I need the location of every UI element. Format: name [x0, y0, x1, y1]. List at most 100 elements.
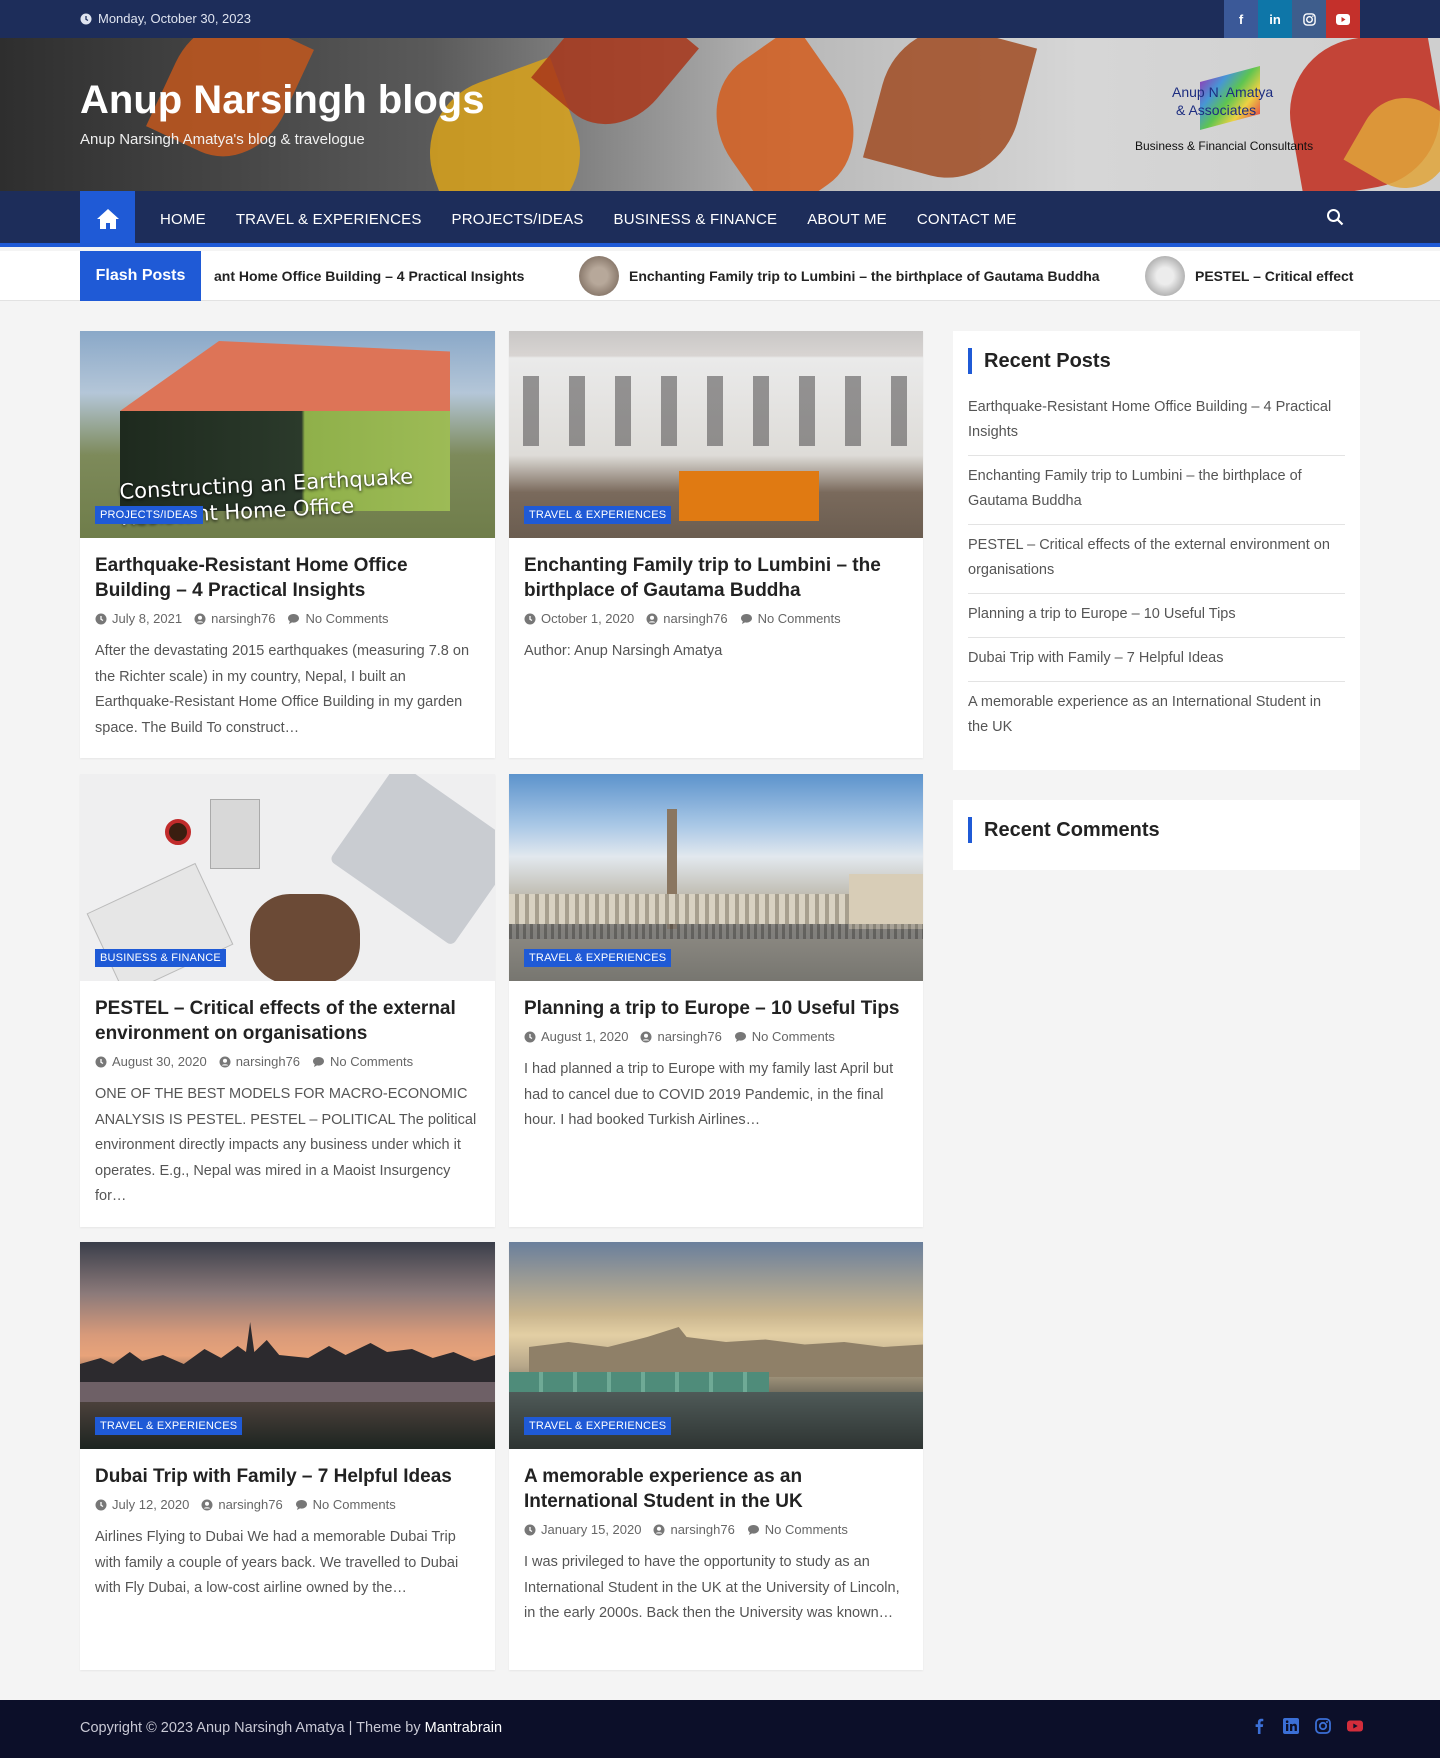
nav-item-projects[interactable]: PROJECTS/IDEAS [452, 211, 584, 228]
temple-windows [509, 376, 923, 446]
recent-post-link[interactable]: Dubai Trip with Family – 7 Helpful Ideas [968, 638, 1345, 682]
post-date[interactable]: July 8, 2021 [95, 611, 182, 626]
post-comments[interactable]: No Comments [312, 1054, 413, 1069]
post-author[interactable]: narsingh76 [653, 1522, 735, 1537]
post-author[interactable]: narsingh76 [219, 1054, 300, 1069]
ticker-item[interactable]: Enchanting Family trip to Lumbini – the … [579, 251, 1100, 301]
post-date[interactable]: August 30, 2020 [95, 1054, 207, 1069]
home-icon-button[interactable] [80, 191, 135, 247]
recent-post-link[interactable]: Planning a trip to Europe – 10 Useful Ti… [968, 594, 1345, 638]
ticker-item[interactable]: ant Home Office Building – 4 Practical I… [214, 251, 524, 301]
site-tagline: Anup Narsingh Amatya's blog & travelogue [80, 131, 365, 148]
post-card: BUSINESS & FINANCE PESTEL – Critical eff… [80, 774, 495, 1227]
flash-ticker: ant Home Office Building – 4 Practical I… [201, 251, 1360, 301]
recent-post-link[interactable]: A memorable experience as an Internation… [968, 682, 1345, 750]
category-badge[interactable]: TRAVEL & EXPERIENCES [524, 949, 672, 967]
post-title[interactable]: Planning a trip to Europe – 10 Useful Ti… [524, 996, 904, 1021]
header-leaf [688, 38, 882, 191]
basilica-shape [849, 874, 923, 929]
comment-icon [288, 613, 300, 624]
post-excerpt: Author: Anup Narsingh Amatya [524, 643, 723, 659]
search-icon[interactable] [1326, 208, 1348, 230]
user-icon [201, 1499, 213, 1510]
nav-item-about[interactable]: ABOUT ME [807, 211, 887, 228]
facebook-icon[interactable]: f [1224, 0, 1258, 38]
copyright: Copyright © 2023 Anup Narsingh Amatya | … [80, 1720, 502, 1736]
copyright-text: Copyright © 2023 Anup Narsingh Amatya | … [80, 1720, 425, 1736]
logo-line-1: Anup N. Amatya [1172, 84, 1274, 100]
post-author-text: narsingh76 [663, 611, 728, 626]
comment-icon [295, 1499, 307, 1510]
post-excerpt: After the devastating 2015 earthquakes (… [95, 643, 470, 736]
post-title[interactable]: Dubai Trip with Family – 7 Helpful Ideas [95, 1464, 475, 1489]
post-title[interactable]: Earthquake-Resistant Home Office Buildin… [95, 553, 475, 603]
post-comments[interactable]: No Comments [295, 1497, 396, 1512]
post-date-text: July 8, 2021 [112, 611, 183, 626]
date-display: Monday, October 30, 2023 [80, 11, 251, 26]
post-title[interactable]: A memorable experience as an Internation… [524, 1464, 904, 1514]
post-title[interactable]: PESTEL – Critical effects of the externa… [95, 996, 475, 1046]
recent-posts-widget: Recent Posts Earthquake-Resistant Home O… [953, 331, 1360, 770]
coffee-cup [165, 819, 191, 845]
hands-shape [250, 894, 360, 981]
category-badge[interactable]: PROJECTS/IDEAS [95, 506, 203, 524]
post-date[interactable]: January 15, 2020 [524, 1522, 641, 1537]
post-comments[interactable]: No Comments [287, 611, 389, 626]
recent-post-link[interactable]: PESTEL – Critical effects of the externa… [968, 525, 1345, 594]
nav-item-contact[interactable]: CONTACT ME [917, 211, 1017, 228]
user-icon [194, 613, 206, 624]
clock-icon [95, 1499, 107, 1510]
post-date-text: October 1, 2020 [541, 611, 635, 626]
instagram-icon[interactable] [1292, 0, 1326, 38]
post-author[interactable]: narsingh76 [646, 611, 728, 626]
theme-link[interactable]: Mantrabrain [425, 1720, 502, 1736]
post-card: TRAVEL & EXPERIENCES Planning a trip to … [509, 774, 923, 1227]
user-icon [640, 1031, 652, 1042]
nav-item-business[interactable]: BUSINESS & FINANCE [614, 211, 778, 228]
post-author[interactable]: narsingh76 [640, 1029, 722, 1044]
logo-line-2: & Associates [1176, 102, 1257, 118]
category-badge[interactable]: TRAVEL & EXPERIENCES [524, 506, 672, 524]
post-date[interactable]: October 1, 2020 [524, 611, 634, 626]
user-icon [646, 613, 658, 624]
post-comments-text: No Comments [312, 1497, 396, 1512]
top-bar: Monday, October 30, 2023 f in [0, 0, 1440, 38]
recent-post-link[interactable]: Enchanting Family trip to Lumbini – the … [968, 456, 1345, 525]
comment-icon [740, 613, 752, 624]
ticker-thumbnail [579, 256, 619, 296]
category-badge[interactable]: TRAVEL & EXPERIENCES [95, 1417, 243, 1435]
clock-icon [524, 1031, 536, 1042]
post-date[interactable]: July 12, 2020 [95, 1497, 189, 1512]
widget-title: Recent Comments [968, 817, 1160, 843]
post-excerpt: ONE OF THE BEST MODELS FOR MACRO-ECONOMI… [95, 1086, 477, 1204]
main-navigation: HOME TRAVEL & EXPERIENCES PROJECTS/IDEAS… [0, 191, 1440, 247]
post-comments[interactable]: No Comments [747, 1522, 848, 1537]
post-comments[interactable]: No Comments [734, 1029, 835, 1044]
flash-posts-label: Flash Posts [80, 251, 201, 301]
post-author-text: narsingh76 [670, 1522, 735, 1537]
post-comments[interactable]: No Comments [740, 611, 841, 626]
category-badge[interactable]: BUSINESS & FINANCE [95, 949, 226, 967]
post-author-text: narsingh76 [657, 1029, 722, 1044]
post-date[interactable]: August 1, 2020 [524, 1029, 628, 1044]
ticker-item[interactable]: PESTEL – Critical effect [1145, 251, 1353, 301]
post-title[interactable]: Enchanting Family trip to Lumbini – the … [524, 553, 904, 603]
logo-subtitle: Business & Financial Consultants [1135, 139, 1314, 153]
nav-item-home[interactable]: HOME [160, 211, 206, 228]
facebook-icon[interactable] [1250, 1717, 1268, 1740]
linkedin-icon[interactable]: in [1258, 0, 1292, 38]
youtube-icon[interactable] [1346, 1717, 1364, 1740]
youtube-icon[interactable] [1326, 0, 1360, 38]
linkedin-icon[interactable] [1282, 1717, 1300, 1740]
nav-item-travel[interactable]: TRAVEL & EXPERIENCES [236, 211, 422, 228]
header-leaf [862, 38, 1038, 191]
social-links: f in [1224, 0, 1360, 38]
instagram-icon[interactable] [1314, 1717, 1332, 1740]
category-badge[interactable]: TRAVEL & EXPERIENCES [524, 1417, 672, 1435]
post-author[interactable]: narsingh76 [194, 611, 275, 626]
recent-post-link[interactable]: Earthquake-Resistant Home Office Buildin… [968, 387, 1345, 456]
post-comments-text: No Comments [305, 611, 389, 626]
post-author-text: narsingh76 [218, 1497, 283, 1512]
site-title[interactable]: Anup Narsingh blogs [80, 78, 484, 123]
post-author[interactable]: narsingh76 [201, 1497, 283, 1512]
